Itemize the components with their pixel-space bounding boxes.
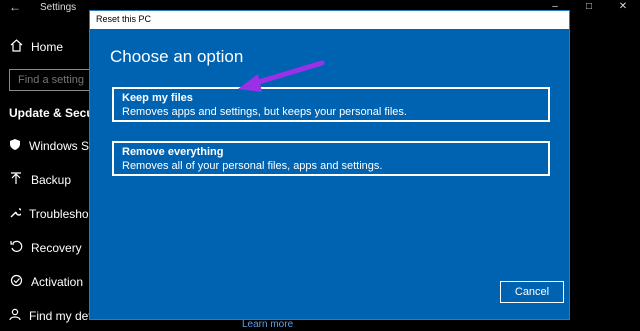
annotation-arrow-icon (238, 60, 325, 92)
